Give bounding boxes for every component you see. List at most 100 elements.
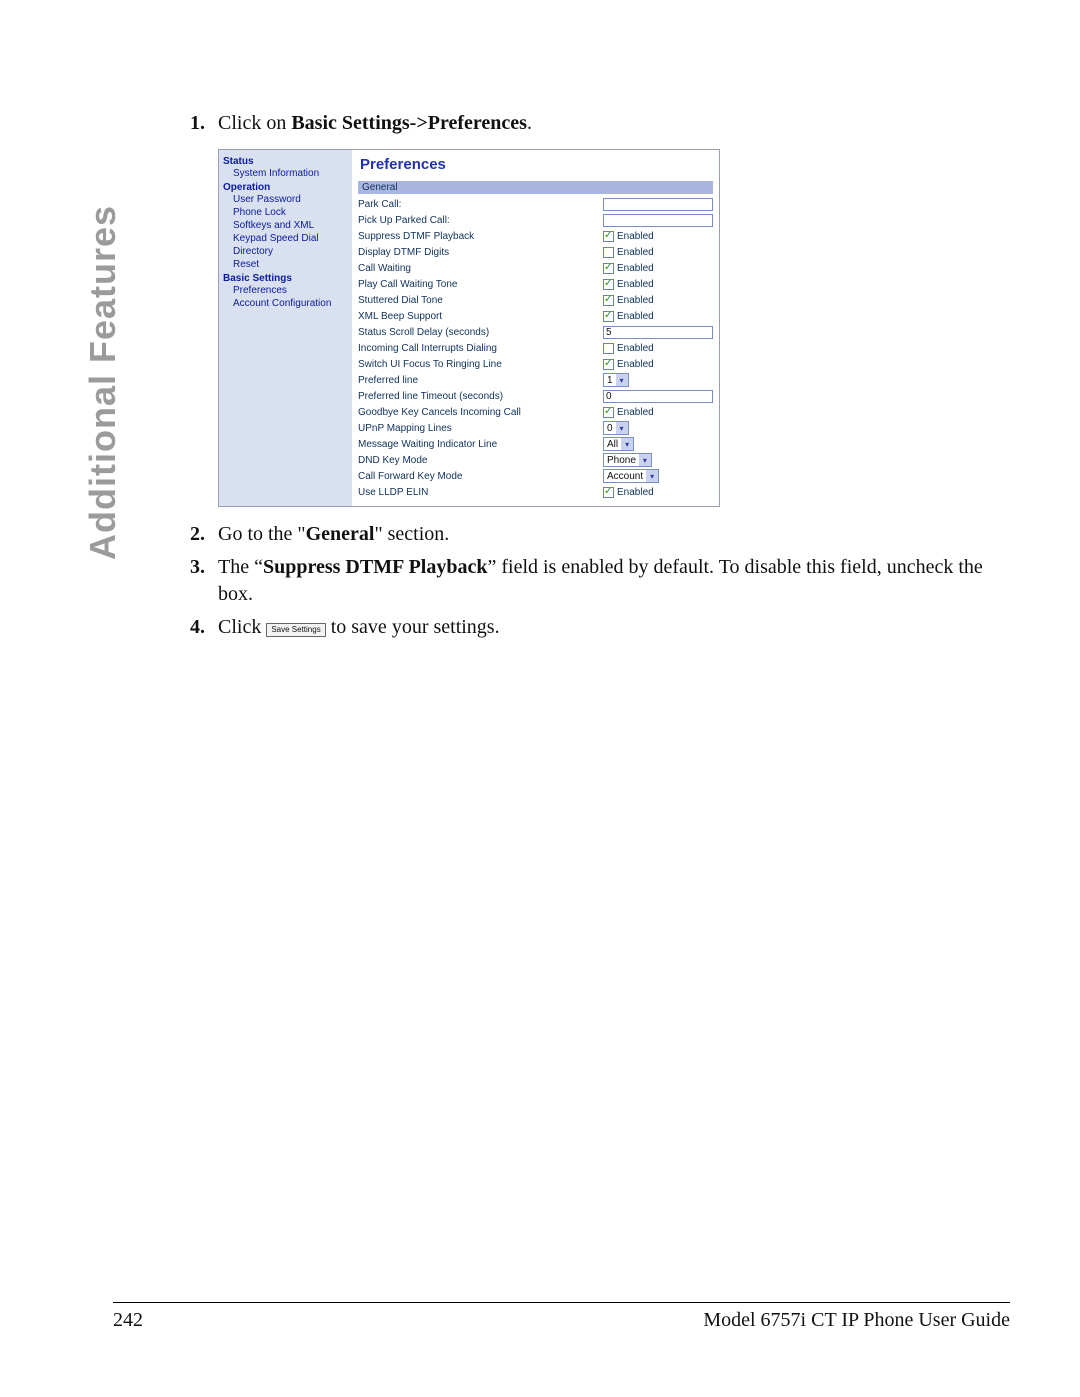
select-dnd-key-mode[interactable]: Phone▾ [603,453,652,467]
panel-title: Preferences [360,156,713,173]
input-pick-up-parked-call[interactable] [603,214,713,227]
chevron-down-icon: ▾ [616,374,628,386]
row-call-forward-key-mode: Call Forward Key Mode Account▾ [358,468,713,484]
checkbox-xml-beep-support[interactable] [603,311,614,322]
nav-item-keypad-speed-dial[interactable]: Keypad Speed Dial [233,232,348,245]
save-settings-button[interactable]: Save Settings [266,623,325,637]
checkbox-label: Enabled [617,279,654,290]
row-call-waiting: Call Waiting Enabled [358,260,713,276]
label-mwi-line: Message Waiting Indicator Line [358,439,603,450]
row-mwi-line: Message Waiting Indicator Line All▾ [358,436,713,452]
checkbox-play-call-waiting-tone[interactable] [603,279,614,290]
instruction-list-cont: 2. Go to the "General" section. 3. The “… [190,521,1010,641]
nav-section-operation: Operation [223,182,348,193]
row-goodbye-key-cancels: Goodbye Key Cancels Incoming Call Enable… [358,404,713,420]
label-park-call: Park Call: [358,199,603,210]
nav-item-preferences[interactable]: Preferences [233,284,348,297]
text-fragment: " section. [374,523,449,545]
nav-item-account-configuration[interactable]: Account Configuration [233,297,348,310]
label-incoming-call-interrupts-dialing: Incoming Call Interrupts Dialing [358,343,603,354]
select-value: 1 [607,375,613,386]
text-fragment: Click on [218,112,291,134]
label-xml-beep-support: XML Beep Support [358,311,603,322]
instruction-list: 1. Click on Basic Settings->Preferences. [190,110,1010,137]
row-use-lldp-elin: Use LLDP ELIN Enabled [358,484,713,500]
input-preferred-line-timeout[interactable]: 0 [603,390,713,403]
nav-section-basic-settings: Basic Settings [223,273,348,284]
row-incoming-call-interrupts-dialing: Incoming Call Interrupts Dialing Enabled [358,340,713,356]
chevron-down-icon: ▾ [621,438,633,450]
row-switch-ui-focus: Switch UI Focus To Ringing Line Enabled [358,356,713,372]
checkbox-incoming-call-interrupts-dialing[interactable] [603,343,614,354]
text-fragment: Click [218,616,266,638]
checkbox-goodbye-key-cancels[interactable] [603,407,614,418]
row-xml-beep-support: XML Beep Support Enabled [358,308,713,324]
nav-item-phone-lock[interactable]: Phone Lock [233,206,348,219]
chevron-down-icon: ▾ [639,454,651,466]
checkbox-label: Enabled [617,359,654,370]
main-content: 1. Click on Basic Settings->Preferences.… [190,110,1010,647]
label-dnd-key-mode: DND Key Mode [358,455,603,466]
row-preferred-line: Preferred line 1▾ [358,372,713,388]
step-text: The “Suppress DTMF Playback” field is en… [218,554,1010,608]
guide-title: Model 6757i CT IP Phone User Guide [703,1309,1010,1332]
checkbox-label: Enabled [617,487,654,498]
select-value: 0 [607,423,613,434]
row-upnp-mapping-lines: UPnP Mapping Lines 0▾ [358,420,713,436]
nav-item-system-information[interactable]: System Information [233,167,348,180]
checkbox-use-lldp-elin[interactable] [603,487,614,498]
nav-item-softkeys-xml[interactable]: Softkeys and XML [233,219,348,232]
label-status-scroll-delay: Status Scroll Delay (seconds) [358,327,603,338]
page: Additional Features 1. Click on Basic Se… [0,0,1080,1397]
row-play-call-waiting-tone: Play Call Waiting Tone Enabled [358,276,713,292]
select-preferred-line[interactable]: 1▾ [603,373,629,387]
select-mwi-line[interactable]: All▾ [603,437,634,451]
row-stuttered-dial-tone: Stuttered Dial Tone Enabled [358,292,713,308]
label-pick-up-parked-call: Pick Up Parked Call: [358,215,603,226]
preferences-panel: Preferences General Park Call: Pick Up P… [352,150,719,506]
checkbox-label: Enabled [617,407,654,418]
nav-sidebar: Status System Information Operation User… [219,150,352,506]
label-display-dtmf-digits: Display DTMF Digits [358,247,603,258]
step-number: 1. [190,110,218,137]
select-call-forward-key-mode[interactable]: Account▾ [603,469,659,483]
row-display-dtmf-digits: Display DTMF Digits Enabled [358,244,713,260]
row-status-scroll-delay: Status Scroll Delay (seconds) 5 [358,324,713,340]
label-stuttered-dial-tone: Stuttered Dial Tone [358,295,603,306]
nav-item-user-password[interactable]: User Password [233,193,348,206]
checkbox-display-dtmf-digits[interactable] [603,247,614,258]
step-text: Go to the "General" section. [218,521,449,548]
label-preferred-line-timeout: Preferred line Timeout (seconds) [358,391,603,402]
input-park-call[interactable] [603,198,713,211]
label-play-call-waiting-tone: Play Call Waiting Tone [358,279,603,290]
row-dnd-key-mode: DND Key Mode Phone▾ [358,452,713,468]
label-suppress-dtmf-playback: Suppress DTMF Playback [358,231,603,242]
text-fragment: to save your settings. [326,616,500,638]
step-number: 4. [190,614,218,641]
checkbox-suppress-dtmf-playback[interactable] [603,231,614,242]
checkbox-label: Enabled [617,247,654,258]
checkbox-call-waiting[interactable] [603,263,614,274]
select-upnp-mapping-lines[interactable]: 0▾ [603,421,629,435]
checkbox-label: Enabled [617,263,654,274]
label-call-forward-key-mode: Call Forward Key Mode [358,471,603,482]
text-bold: Suppress DTMF Playback [263,556,487,578]
text-bold: Basic Settings->Preferences [291,112,527,134]
label-goodbye-key-cancels: Goodbye Key Cancels Incoming Call [358,407,603,418]
side-title: Additional Features [82,200,124,560]
step-number: 3. [190,554,218,608]
chevron-down-icon: ▾ [646,470,658,482]
nav-item-directory[interactable]: Directory [233,245,348,258]
select-value: Account [607,471,643,482]
checkbox-switch-ui-focus[interactable] [603,359,614,370]
nav-item-reset[interactable]: Reset [233,258,348,271]
instruction-step-1: 1. Click on Basic Settings->Preferences. [190,110,1010,137]
checkbox-stuttered-dial-tone[interactable] [603,295,614,306]
input-status-scroll-delay[interactable]: 5 [603,326,713,339]
select-value: All [607,439,618,450]
section-header-general: General [358,181,713,194]
instruction-step-4: 4. Click Save Settings to save your sett… [190,614,1010,641]
row-preferred-line-timeout: Preferred line Timeout (seconds) 0 [358,388,713,404]
row-pick-up-parked-call: Pick Up Parked Call: [358,212,713,228]
checkbox-label: Enabled [617,343,654,354]
